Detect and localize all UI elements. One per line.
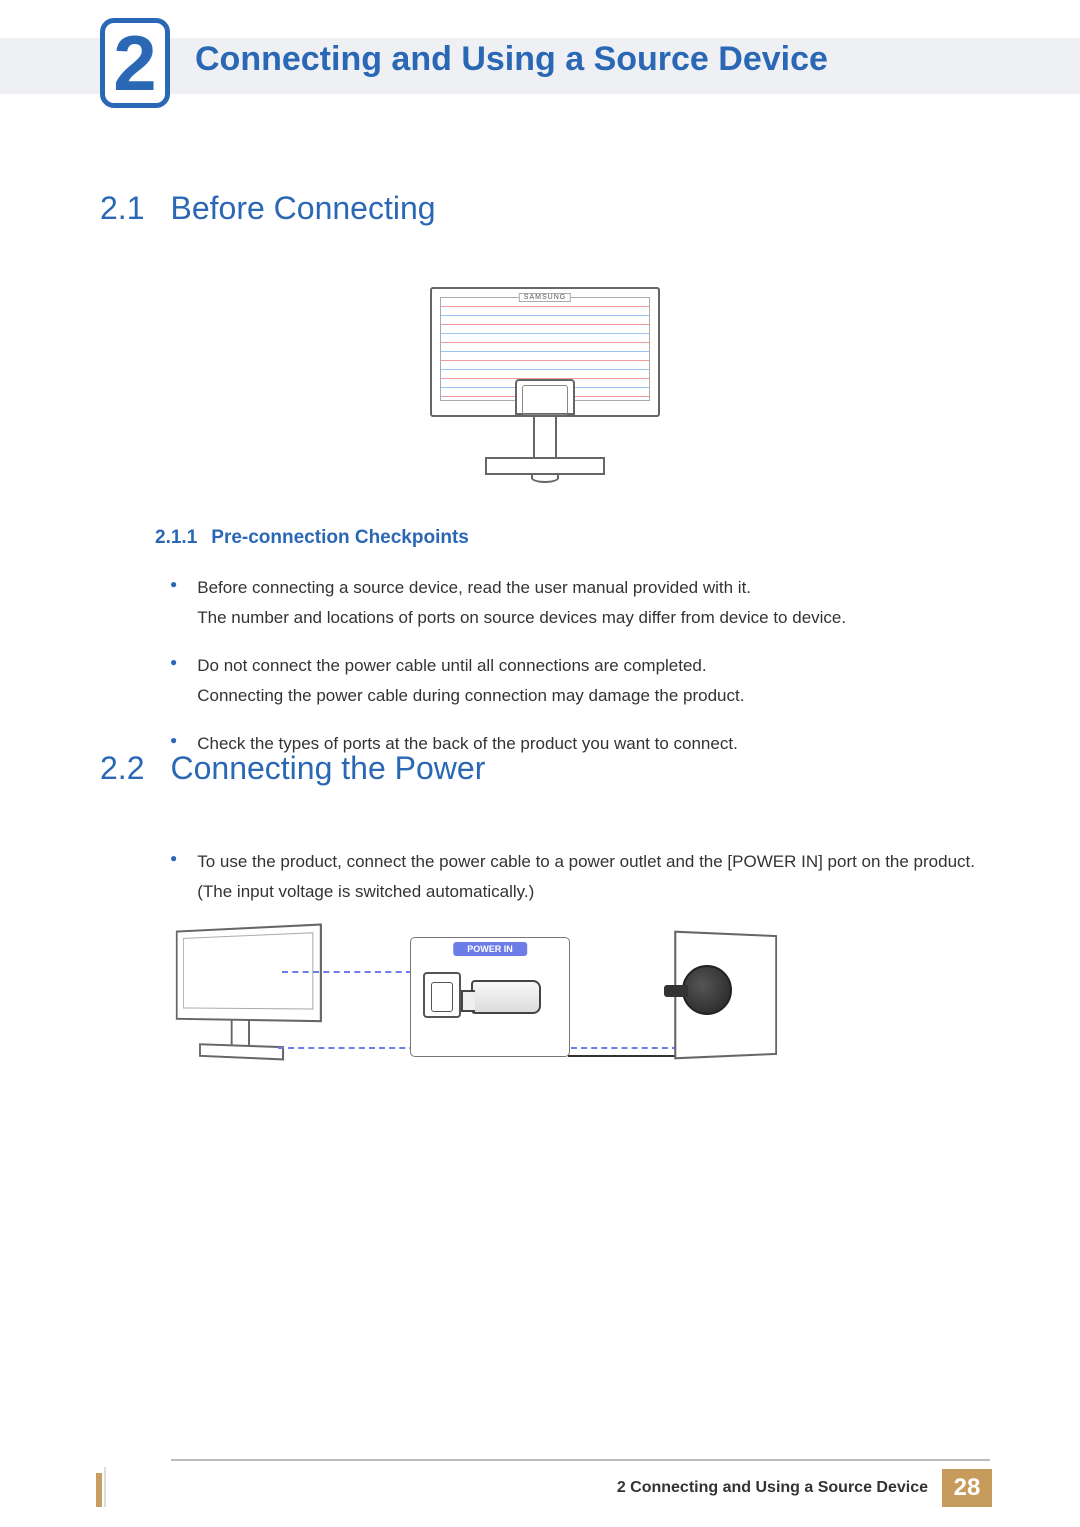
footer-bar: 2 Connecting and Using a Source Device 2… (603, 1469, 992, 1507)
bullet-icon: ● (170, 573, 177, 633)
page-number: 28 (942, 1469, 992, 1507)
power-connection-illustration: POWER IN (170, 927, 780, 1087)
section-title: Connecting the Power (170, 750, 485, 787)
callout-dashed-line-icon (282, 971, 412, 973)
section-connecting-power: 2.2 Connecting the Power ● To use the pr… (100, 750, 990, 1087)
bullet-icon: ● (170, 847, 177, 907)
section-number: 2.2 (100, 750, 144, 787)
footer-accent-line-icon (104, 1467, 106, 1507)
chapter-title: Connecting and Using a Source Device (195, 40, 828, 79)
list-item-text: Before connecting a source device, read … (197, 573, 846, 633)
chapter-number: 2 (113, 24, 156, 102)
section-before-connecting: 2.1 Before Connecting SAMSUNG 2.1.1 Pre-… (100, 190, 990, 777)
power-port-zoom: POWER IN (410, 937, 570, 1057)
section-heading: 2.1 Before Connecting (100, 190, 990, 227)
monitor-brand-label: SAMSUNG (519, 293, 571, 302)
power-plug-icon (471, 980, 541, 1014)
wall-plug-icon (682, 965, 732, 1015)
footer-chapter-ref: 2 Connecting and Using a Source Device (603, 1469, 942, 1507)
list-item: ● Do not connect the power cable until a… (170, 651, 990, 711)
checkpoints-list: ● Before connecting a source device, rea… (170, 573, 990, 759)
subsection-heading: 2.1.1 Pre-connection Checkpoints (155, 527, 990, 549)
power-instructions-list: ● To use the product, connect the power … (170, 847, 990, 907)
power-socket-icon (423, 972, 461, 1018)
list-item: ● To use the product, connect the power … (170, 847, 990, 907)
chapter-number-badge: 2 (100, 18, 170, 108)
subsection-title: Pre-connection Checkpoints (211, 527, 469, 549)
footer-divider (100, 1459, 990, 1461)
monitor-rear-illustration: SAMSUNG (100, 287, 990, 487)
footer-accent-icon (96, 1473, 102, 1507)
list-item-text: To use the product, connect the power ca… (197, 847, 990, 907)
list-item-text: Do not connect the power cable until all… (197, 651, 744, 711)
bullet-icon: ● (170, 651, 177, 711)
list-item: ● Before connecting a source device, rea… (170, 573, 990, 633)
section-number: 2.1 (100, 190, 144, 227)
subsection-number: 2.1.1 (155, 527, 197, 549)
section-heading: 2.2 Connecting the Power (100, 750, 990, 787)
power-in-label: POWER IN (453, 942, 527, 956)
section-title: Before Connecting (170, 190, 435, 227)
